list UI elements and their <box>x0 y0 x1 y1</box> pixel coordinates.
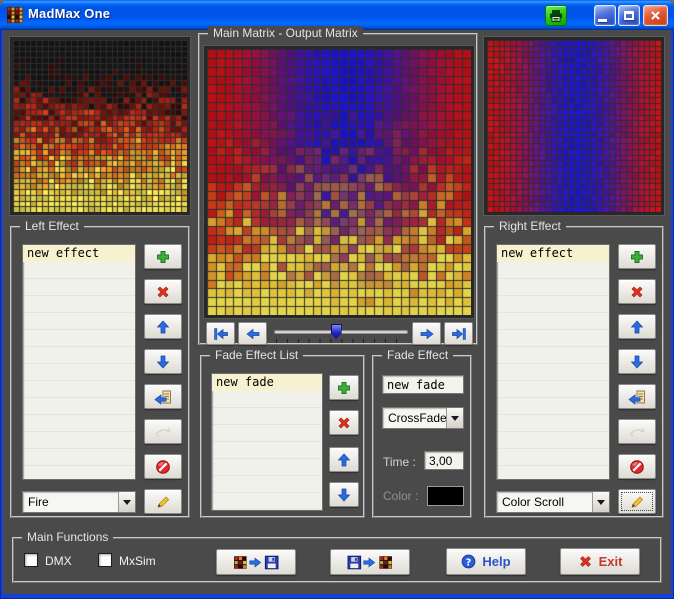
left-delete-button[interactable] <box>144 279 182 304</box>
exit-icon <box>578 554 593 569</box>
right-combo-arrow-icon[interactable] <box>592 492 609 512</box>
left-effect-preview-matrix <box>13 40 187 212</box>
right-effect-list[interactable]: new effect <box>496 244 610 480</box>
fade-effect-group: Fade Effect CrossFade Time : Color : <box>372 355 472 518</box>
list-item[interactable]: new fade <box>212 374 322 391</box>
fade-effect-list-group-label: Fade Effect List <box>210 348 303 362</box>
left-move-down-button[interactable] <box>144 349 182 374</box>
slider-ticks <box>276 339 406 343</box>
main-matrix-group: Main Matrix - Output Matrix <box>198 33 478 345</box>
left-effect-group-label: Left Effect <box>20 219 84 233</box>
load-matrix-from-disk-button[interactable] <box>330 549 410 575</box>
slider-thumb[interactable] <box>331 324 342 339</box>
fade-name-input[interactable] <box>382 375 464 394</box>
exit-button[interactable]: Exit <box>560 548 640 575</box>
print-button[interactable] <box>545 5 567 26</box>
help-button-label: Help <box>482 554 510 569</box>
minimize-icon <box>598 19 607 22</box>
right-effect-group: Right Effect new effect Color Scroll <box>484 226 664 518</box>
previous-step-button[interactable] <box>238 322 267 345</box>
main-functions-group: Main Functions DMX MxSim ? Help Exit <box>12 537 662 583</box>
left-stop-button[interactable] <box>144 454 182 479</box>
right-effect-preview <box>484 37 664 215</box>
help-button[interactable]: ? Help <box>446 548 526 575</box>
fade-type-value: CrossFade <box>383 408 446 428</box>
fade-color-label: Color : <box>383 489 418 503</box>
fade-effect-list[interactable]: new fade <box>211 373 323 511</box>
main-matrix-canvas <box>207 49 471 315</box>
left-move-up-button[interactable] <box>144 314 182 339</box>
close-button[interactable] <box>643 5 668 26</box>
main-matrix-group-label: Main Matrix - Output Matrix <box>208 26 363 40</box>
right-effect-preview-matrix <box>487 40 661 212</box>
right-move-down-button[interactable] <box>618 349 656 374</box>
app-icon <box>7 7 23 23</box>
save-matrix-to-disk-button[interactable] <box>216 549 296 575</box>
right-add-button[interactable] <box>618 244 656 269</box>
window-title: MadMax One <box>28 6 110 21</box>
left-edit-button[interactable] <box>144 489 182 514</box>
left-effect-type-value: Fire <box>23 492 118 512</box>
fade-time-label: Time : <box>383 455 416 469</box>
help-icon: ? <box>461 554 476 569</box>
mxsim-checkbox-label: MxSim <box>119 554 156 568</box>
fade-type-combo[interactable]: CrossFade <box>382 407 464 429</box>
minimize-button[interactable] <box>594 5 616 26</box>
right-stop-button[interactable] <box>618 454 656 479</box>
left-effect-preview <box>10 37 190 215</box>
dmx-checkbox-label: DMX <box>45 554 72 568</box>
svg-text:?: ? <box>466 557 472 568</box>
main-matrix-display <box>204 46 474 318</box>
maximize-icon <box>624 11 634 20</box>
fade-effect-group-label: Fade Effect <box>382 348 453 362</box>
mxsim-checkbox[interactable] <box>98 553 112 567</box>
main-functions-group-label: Main Functions <box>22 530 113 544</box>
fade-combo-arrow-icon[interactable] <box>446 408 463 428</box>
left-import-button <box>144 419 182 444</box>
app-window: MadMax One Main Matrix - Output Matrix <box>0 0 674 599</box>
left-add-button[interactable] <box>144 244 182 269</box>
right-effect-group-label: Right Effect <box>494 219 566 233</box>
right-delete-button[interactable] <box>618 279 656 304</box>
exit-button-label: Exit <box>599 554 623 569</box>
fade-move-down-button[interactable] <box>329 482 359 507</box>
right-effect-type-value: Color Scroll <box>497 492 592 512</box>
list-item[interactable]: new effect <box>23 245 135 262</box>
right-export-button[interactable] <box>618 384 656 409</box>
list-item[interactable]: new effect <box>497 245 609 262</box>
next-step-button[interactable] <box>412 322 441 345</box>
matrix-position-slider[interactable] <box>274 323 408 345</box>
left-combo-arrow-icon[interactable] <box>118 492 135 512</box>
maximize-button[interactable] <box>618 5 640 26</box>
left-effect-type-combo[interactable]: Fire <box>22 491 136 513</box>
fade-delete-button[interactable] <box>329 410 359 435</box>
right-move-up-button[interactable] <box>618 314 656 339</box>
client-area: Main Matrix - Output Matrix Left Effect … <box>3 30 671 594</box>
right-effect-type-combo[interactable]: Color Scroll <box>496 491 610 513</box>
fade-add-button[interactable] <box>329 375 359 400</box>
left-effect-list[interactable]: new effect <box>22 244 136 480</box>
right-edit-button[interactable] <box>618 489 656 514</box>
left-export-button[interactable] <box>144 384 182 409</box>
fade-time-input[interactable] <box>424 451 464 470</box>
left-effect-group: Left Effect new effect Fire <box>10 226 190 518</box>
last-step-button[interactable] <box>444 322 473 345</box>
window-frame: MadMax One Main Matrix - Output Matrix <box>0 0 674 599</box>
fade-color-swatch <box>427 486 464 506</box>
first-step-button[interactable] <box>206 322 235 345</box>
fade-effect-list-group: Fade Effect List new fade <box>200 355 365 518</box>
dmx-checkbox[interactable] <box>24 553 38 567</box>
right-import-button <box>618 419 656 444</box>
fade-move-up-button[interactable] <box>329 447 359 472</box>
